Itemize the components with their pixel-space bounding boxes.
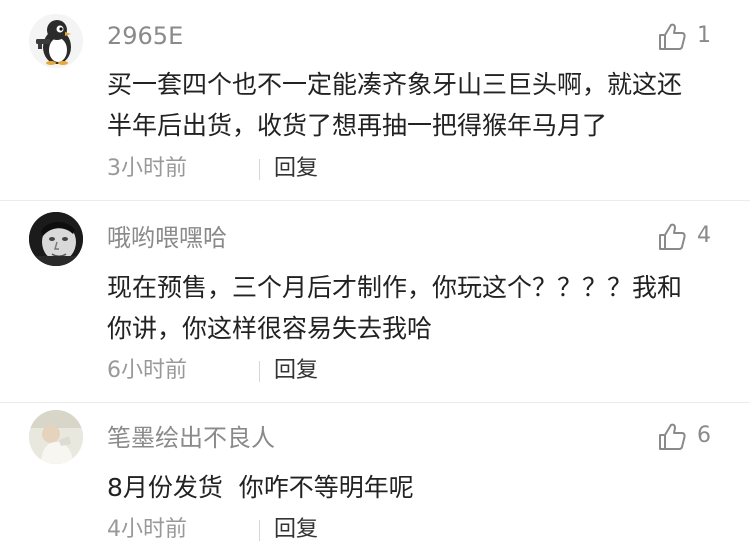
meta-separator [259,159,260,180]
comment-text: 8月份发货 你咋不等明年呢 [107,467,722,508]
thumbs-up-icon [659,23,686,50]
username[interactable]: 2965E [107,24,183,48]
meta-separator [259,520,260,541]
reply-button[interactable]: 回复 [274,358,318,384]
divider [0,402,750,403]
comment-meta: 4小时前 回复 [107,517,507,543]
man-portrait-icon [29,212,83,266]
meta-separator [259,361,260,382]
avatar[interactable] [29,212,83,266]
avatar[interactable] [29,410,83,464]
like-count: 4 [697,223,711,248]
like-count: 1 [697,23,711,48]
thumbs-up-icon [659,223,686,250]
penguin-icon [29,14,83,68]
comment-list: 2965E 1 买一套四个也不一定能凑齐象牙山三巨头啊，就这还 半年后出货，收货… [0,0,750,556]
person-photo-icon [29,410,83,464]
username[interactable]: 哦哟喂嘿哈 [107,226,227,250]
reply-button[interactable]: 回复 [274,156,318,182]
like-button[interactable]: 4 [657,222,727,254]
reply-button[interactable]: 回复 [274,517,318,543]
comment-text-line: 你讲，你这样很容易失去我哈 [107,314,433,343]
timestamp: 4小时前 [107,517,187,542]
comment-text: 买一套四个也不一定能凑齐象牙山三巨头啊，就这还 半年后出货，收货了想再抽一把得猴… [107,64,722,146]
comment-text-line: 现在预售，三个月后才制作，你玩这个？？？？我和 [107,273,683,302]
comment-text-line: 半年后出货，收货了想再抽一把得猴年马月了 [107,111,608,140]
timestamp: 3小时前 [107,156,187,181]
timestamp: 6小时前 [107,358,187,383]
like-button[interactable]: 6 [657,422,727,454]
comment-text-line: 8月份发货 你咋不等明年呢 [107,473,414,502]
like-button[interactable]: 1 [657,22,727,54]
divider [0,200,750,201]
comment-meta: 6小时前 回复 [107,358,507,384]
like-count: 6 [697,423,711,448]
thumbs-up-icon [659,423,686,450]
comment-text: 现在预售，三个月后才制作，你玩这个？？？？我和 你讲，你这样很容易失去我哈 [107,267,722,349]
username[interactable]: 笔墨绘出不良人 [107,426,275,450]
avatar[interactable] [29,14,83,68]
comment-meta: 3小时前 回复 [107,156,507,182]
comment-text-line: 买一套四个也不一定能凑齐象牙山三巨头啊，就这还 [107,70,683,99]
